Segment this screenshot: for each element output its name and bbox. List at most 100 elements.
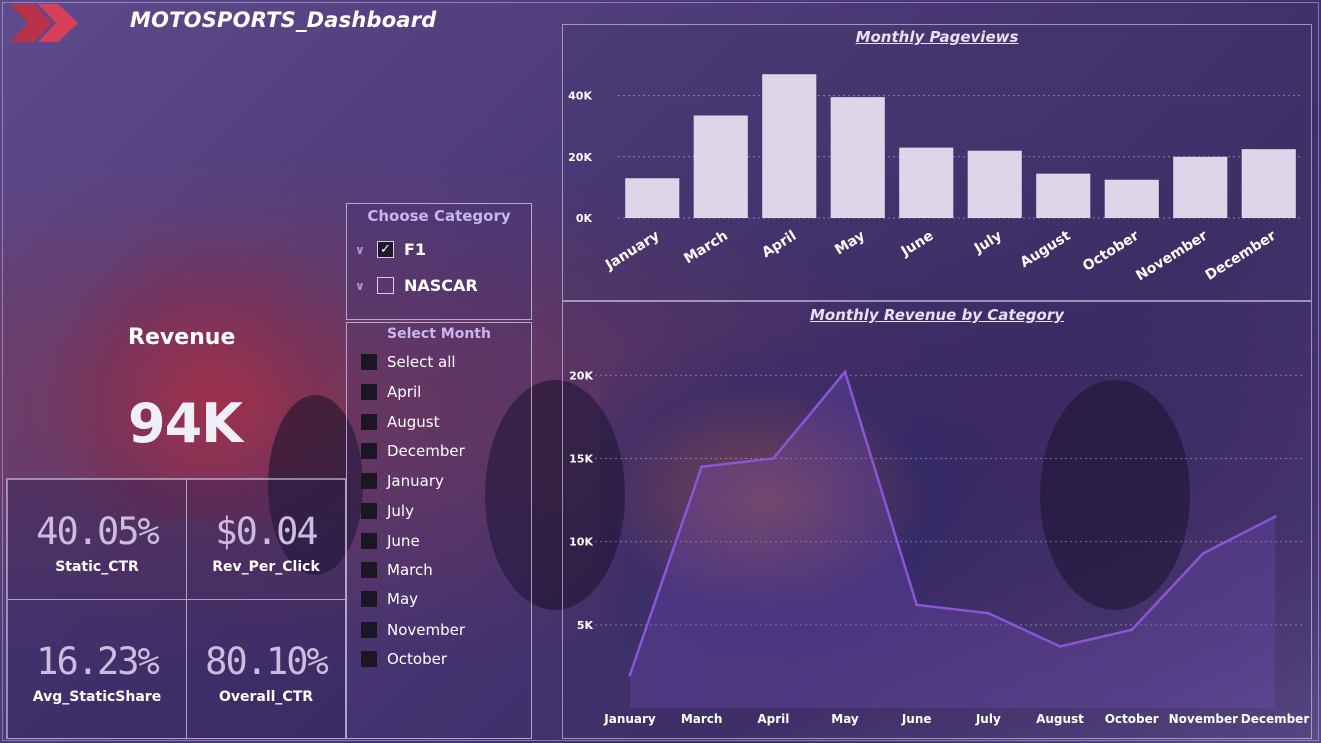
y-tick-label: 5K [577,619,594,632]
data-point [915,603,919,607]
x-tick-label: June [901,712,932,726]
revenue-chart: Monthly Revenue by Category 5K 10K 15K 20K J… [562,301,1312,739]
category-item-label: NASCAR [404,276,478,295]
kpi-label: Static_CTR [55,559,139,575]
month-item[interactable]: Select all [361,353,456,371]
x-tick-label: November [1133,228,1210,285]
kpi-label: Rev_Per_Click [212,559,320,575]
y-tick-label: 40K [568,90,592,103]
checkbox-checked-icon[interactable]: ✓ [377,241,394,258]
month-item[interactable]: July [361,502,414,520]
checkbox-icon[interactable] [361,414,377,430]
checkbox-icon[interactable] [361,562,377,578]
kpi-value: 80.10% [205,640,329,683]
kpi-card-rev-per-click[interactable]: $0.04 Rev_Per_Click [186,479,346,600]
kpi-card-overall-ctr[interactable]: 80.10% Overall_CTR [186,599,346,739]
month-item-label: Select all [387,353,456,371]
kpi-label: Avg_StaticShare [32,689,162,705]
data-point [1201,551,1205,555]
x-tick-label: January [602,228,662,274]
checkbox-icon[interactable] [377,277,394,294]
kpi-card-avg-staticshare[interactable]: 16.23% Avg_StaticShare [7,599,187,739]
month-item-label: August [387,413,440,431]
chevron-down-icon[interactable]: ∨ [355,279,369,293]
chevron-logo-icon [10,4,78,42]
month-item[interactable]: June [361,532,420,550]
x-tick-label: May [831,712,859,726]
area-fill [630,371,1275,708]
kpi-grid: 40.05% Static_CTR $0.04 Rev_Per_Click 16… [6,478,346,739]
checkbox-icon[interactable] [361,622,377,638]
checkbox-icon[interactable] [361,354,377,370]
y-tick-label: 20K [569,369,593,382]
y-tick-label: 15K [569,452,593,465]
month-item-label: November [387,621,466,639]
x-tick-label: December [1241,712,1310,726]
month-item[interactable]: May [361,590,418,608]
x-tick-label: May [832,228,868,259]
category-item-f1[interactable]: ∨ ✓ F1 [355,240,426,259]
month-item-label: December [387,442,465,460]
checkbox-icon[interactable] [361,591,377,607]
bar [1173,156,1228,218]
checkbox-icon[interactable] [361,443,377,459]
x-tick-label: June [898,228,937,260]
checkbox-icon[interactable] [361,384,377,400]
month-item[interactable]: April [361,383,421,401]
month-item-label: July [387,502,414,520]
x-tick-label: October [1080,228,1142,275]
month-item-label: October [387,650,448,668]
month-item-label: June [387,532,420,550]
category-item-nascar[interactable]: ∨ NASCAR [355,276,478,295]
x-tick-label: December [1203,228,1279,284]
month-item[interactable]: December [361,442,465,460]
revenue-chart-svg: 5K 10K 15K 20K January March April May June July A… [569,369,1310,726]
month-item-label: March [387,561,433,579]
bar [762,74,817,219]
revenue-label: Revenue [128,325,236,350]
month-item-label: January [387,472,444,490]
month-item-label: May [387,590,419,608]
x-tick-label: August [1036,712,1084,726]
category-slicer-title: Choose Category [367,207,511,225]
page-title: MOTOSPORTS_Dashboard [130,8,437,32]
x-tick-label: March [681,712,723,726]
chevron-down-icon[interactable]: ∨ [355,243,369,257]
y-tick-label: 10K [569,536,593,549]
month-item[interactable]: October [361,650,447,668]
month-item[interactable]: March [361,561,433,579]
x-tick-label: April [757,712,789,726]
x-tick-label: August [1018,228,1074,271]
y-tick-label: 0K [576,212,593,225]
checkbox-icon[interactable] [361,473,377,489]
bar [1241,149,1296,218]
month-item[interactable]: January [361,472,444,490]
x-tick-label: July [971,228,1005,258]
x-tick-label: October [1105,712,1159,726]
pageviews-chart: Monthly Pageviews 0K 20K 40K January March Ap… [562,24,1312,301]
month-item[interactable]: August [361,413,440,431]
data-point [700,465,704,469]
data-point [1130,628,1134,632]
category-item-label: F1 [404,240,427,259]
bar [625,178,680,218]
data-point [843,370,847,374]
checkbox-icon[interactable] [361,503,377,519]
revenue-value: 94K [128,392,243,455]
bar [830,97,885,218]
kpi-label: Overall_CTR [218,689,314,705]
pageviews-chart-svg: 0K 20K 40K January March April May June July Augu… [568,74,1303,285]
category-slicer: Choose Category ∨ ✓ F1 ∨ NASCAR [346,203,532,320]
month-slicer: Select Month Select all April August Dec… [346,322,532,739]
x-tick-label: November [1169,712,1238,726]
checkbox-icon[interactable] [361,533,377,549]
bar [967,150,1022,218]
bar [1036,173,1091,218]
month-item[interactable]: November [361,621,465,639]
kpi-card-static-ctr[interactable]: 40.05% Static_CTR [7,479,187,600]
data-point [628,673,632,677]
data-point [1273,515,1277,519]
x-tick-label: March [681,228,731,267]
checkbox-icon[interactable] [361,651,377,667]
data-point [986,611,990,615]
